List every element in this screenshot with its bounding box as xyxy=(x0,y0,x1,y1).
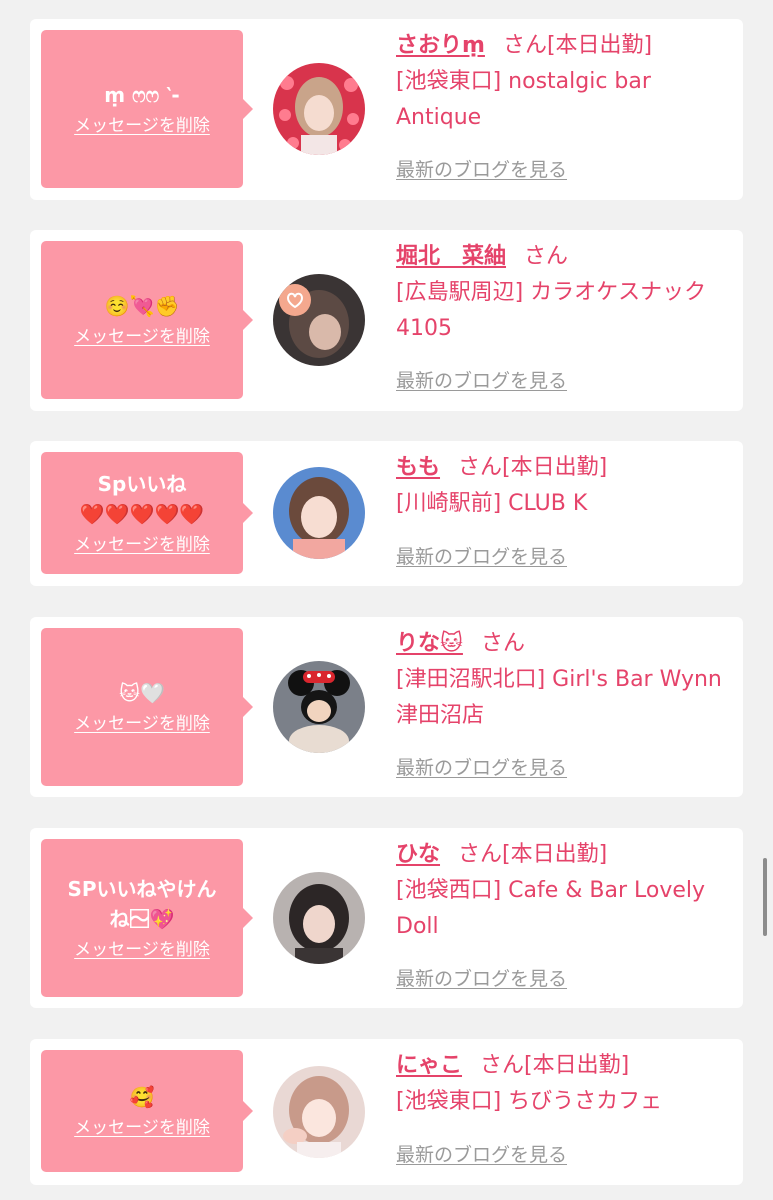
cast-suffix: さん xyxy=(480,631,525,656)
message-bubble: 🥰 メッセージを削除 xyxy=(41,1050,253,1172)
cast-name-link[interactable]: りな🐱 xyxy=(396,631,463,656)
message-card: 🐱🤍 メッセージを削除 りな🐱 さん [津田沼駅北口] Girl's Bar Wy… xyxy=(30,617,743,797)
delete-message-link[interactable]: メッセージを削除 xyxy=(74,114,210,138)
message-card: ☺️💘✊ メッセージを削除 堀北 菜紬 さん [広島駅周辺] カラオケスナック 4… xyxy=(30,230,743,411)
avatar-image xyxy=(273,467,365,559)
message-text: SPいいねやけんね〜⃞⃞💖 xyxy=(67,877,217,931)
message-card: SPいいねやけんね〜⃞⃞💖 メッセージを削除 ひな さん[本日出勤] [池袋西口]… xyxy=(30,828,743,1008)
latest-blog-link[interactable]: 最新のブログを見る xyxy=(396,966,567,992)
avatar[interactable] xyxy=(273,661,365,753)
cast-info: もも さん[本日出勤] [川崎駅前] CLUB K xyxy=(396,452,728,522)
delete-message-link[interactable]: メッセージを削除 xyxy=(74,1116,210,1140)
avatar-image xyxy=(273,872,365,964)
message-bubble: ṃ ෆෆ ‵- メッセージを削除 xyxy=(41,30,253,188)
cast-suffix: さん[本日出勤] xyxy=(502,33,653,58)
message-bubble: Spいいね ❤️❤️❤️❤️❤️ メッセージを削除 xyxy=(41,452,253,574)
cast-info: さおりṃ さん[本日出勤] [池袋東口] nostalgic bar Antiqu… xyxy=(396,30,728,136)
delete-message-link[interactable]: メッセージを削除 xyxy=(74,533,210,557)
cast-suffix: さん[本日出勤] xyxy=(458,455,608,480)
cast-suffix: さん xyxy=(524,244,569,269)
message-text: ☺️💘✊ xyxy=(104,294,180,318)
cast-info: にゃこ さん[本日出勤] [池袋東口] ちびうさカフェ xyxy=(396,1050,728,1120)
message-bubble: 🐱🤍 メッセージを削除 xyxy=(41,628,253,786)
cast-name-link[interactable]: さおりṃ xyxy=(396,33,485,58)
cast-suffix: さん[本日出勤] xyxy=(480,1053,630,1078)
avatar-image xyxy=(273,661,365,753)
cast-name-link[interactable]: 堀北 菜紬 xyxy=(396,244,506,269)
avatar[interactable] xyxy=(273,872,365,964)
scrollbar[interactable] xyxy=(763,858,767,936)
latest-blog-link[interactable]: 最新のブログを見る xyxy=(396,157,567,183)
cast-suffix: さん[本日出勤] xyxy=(458,842,608,867)
avatar-image xyxy=(273,63,365,155)
message-text: Spいいね ❤️❤️❤️❤️❤️ xyxy=(79,472,205,526)
avatar[interactable] xyxy=(273,63,365,155)
cast-info: 堀北 菜紬 さん [広島駅周辺] カラオケスナック 4105 xyxy=(396,241,728,347)
cast-name-link[interactable]: もも xyxy=(396,455,440,480)
delete-message-link[interactable]: メッセージを削除 xyxy=(74,938,210,962)
shop-name: [津田沼駅北口] Girl's Bar Wynn 津田沼店 xyxy=(396,667,722,728)
delete-message-link[interactable]: メッセージを削除 xyxy=(74,712,210,736)
message-list: ṃ ෆෆ ‵- メッセージを削除 さおりṃ さん[本日出勤] [池袋東口] nos… xyxy=(0,0,773,1200)
shop-name: [池袋東口] ちびうさカフェ xyxy=(396,1089,663,1114)
message-text: 🐱🤍 xyxy=(119,681,165,705)
message-text: 🥰 xyxy=(129,1085,155,1109)
latest-blog-link[interactable]: 最新のブログを見る xyxy=(396,368,567,394)
shop-name: [池袋東口] nostalgic bar Antique xyxy=(396,69,651,130)
message-card: 🥰 メッセージを削除 にゃこ さん[本日出勤] [池袋東口] ちびうさカフェ 最新… xyxy=(30,1039,743,1185)
shop-name: [広島駅周辺] カラオケスナック 4105 xyxy=(396,280,707,341)
message-bubble: SPいいねやけんね〜⃞⃞💖 メッセージを削除 xyxy=(41,839,253,997)
message-card: ṃ ෆෆ ‵- メッセージを削除 さおりṃ さん[本日出勤] [池袋東口] nos… xyxy=(30,19,743,200)
cast-info: りな🐱 さん [津田沼駅北口] Girl's Bar Wynn 津田沼店 xyxy=(396,628,728,734)
cast-info: ひな さん[本日出勤] [池袋西口] Cafe & Bar Lovely Doll xyxy=(396,839,728,945)
shop-name: [池袋西口] Cafe & Bar Lovely Doll xyxy=(396,878,706,939)
delete-message-link[interactable]: メッセージを削除 xyxy=(74,325,210,349)
avatar[interactable] xyxy=(273,1066,365,1158)
latest-blog-link[interactable]: 最新のブログを見る xyxy=(396,544,567,570)
avatar[interactable] xyxy=(273,274,365,366)
shop-name: [川崎駅前] CLUB K xyxy=(396,491,588,516)
cast-name-link[interactable]: にゃこ xyxy=(396,1053,462,1078)
avatar-image xyxy=(273,1066,365,1158)
avatar-image xyxy=(273,274,365,366)
message-text: ṃ ෆෆ ‵- xyxy=(104,83,180,107)
latest-blog-link[interactable]: 最新のブログを見る xyxy=(396,755,567,781)
message-bubble: ☺️💘✊ メッセージを削除 xyxy=(41,241,253,399)
cast-name-link[interactable]: ひな xyxy=(396,842,440,867)
message-card: Spいいね ❤️❤️❤️❤️❤️ メッセージを削除 もも さん[本日出勤] [川崎… xyxy=(30,441,743,586)
avatar[interactable] xyxy=(273,467,365,559)
latest-blog-link[interactable]: 最新のブログを見る xyxy=(396,1142,567,1168)
